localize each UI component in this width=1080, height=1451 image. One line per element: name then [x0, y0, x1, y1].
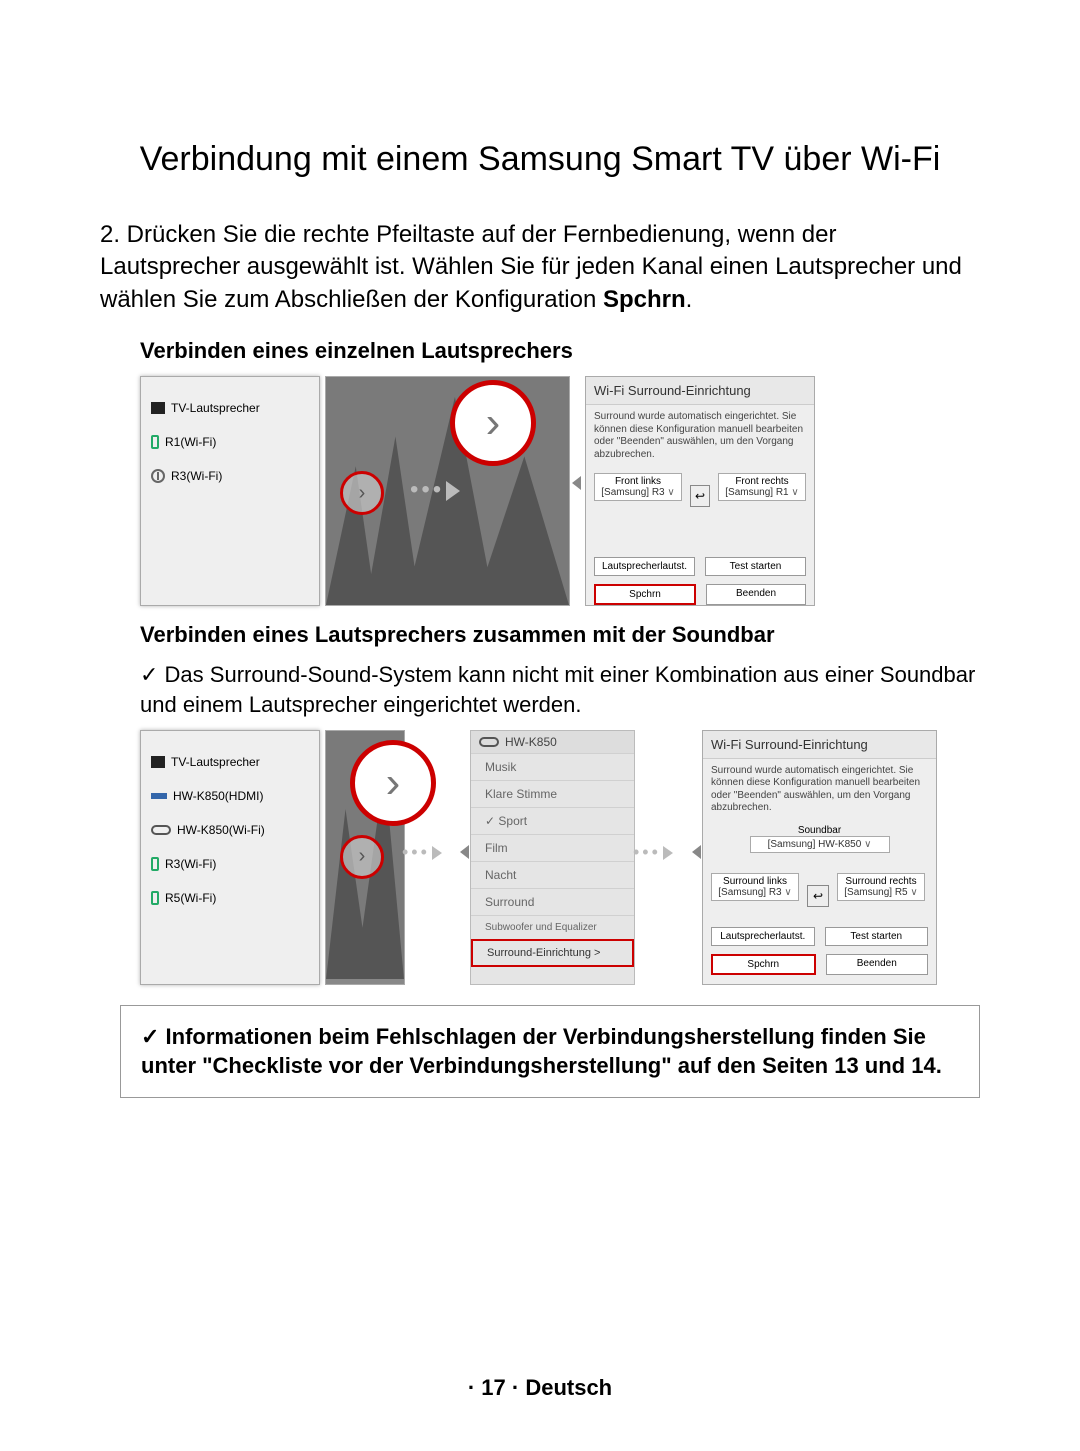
menu-item-voice[interactable]: Klare Stimme [471, 780, 634, 807]
speaker-list: TV-Lautsprecher HW-K850(HDMI) HW-K850(Wi… [140, 730, 320, 985]
tv-icon [151, 402, 165, 414]
soundbar-icon [151, 793, 167, 799]
speaker-tv[interactable]: TV-Lautsprecher [141, 745, 319, 779]
menu-item-surround[interactable]: Surround [471, 888, 634, 915]
check-note-1: ✓ Das Surround-Sound-System kann nicht m… [140, 660, 980, 719]
tv-icon [151, 756, 165, 768]
save-button[interactable]: Spchrn [594, 584, 696, 605]
soundbar-slot[interactable]: [Samsung] HW-K850 ∨ [750, 836, 890, 853]
save-button[interactable]: Spchrn [711, 954, 816, 975]
diagram-single-speaker: TV-Lautsprecher R1(Wi-Fi) R3(Wi-Fi) › › … [140, 376, 980, 606]
failure-note: ✓ Informationen beim Fehlschlagen der Ve… [120, 1005, 980, 1098]
panel-description: Surround wurde automatisch eingerichtet.… [586, 405, 814, 467]
menu-item-sport[interactable]: Sport [471, 807, 634, 834]
surround-left-slot[interactable]: Surround links [Samsung] R3 ∨ [711, 873, 799, 901]
soundbar-icon [151, 825, 171, 835]
speaker-r3[interactable]: R3(Wi-Fi) [141, 459, 319, 493]
volume-button[interactable]: Lautsprecherlautst. [594, 557, 695, 576]
subheading-single: Verbinden eines einzelnen Lautsprechers [140, 338, 980, 364]
speaker-tv[interactable]: TV-Lautsprecher [141, 391, 319, 425]
surround-setup-panel: Wi-Fi Surround-Einrichtung Surround wurd… [585, 376, 815, 606]
speaker-icon [151, 435, 159, 449]
panel-title: Wi-Fi Surround-Einrichtung [586, 377, 814, 405]
menu-item-night[interactable]: Nacht [471, 861, 634, 888]
speaker-r3[interactable]: R3(Wi-Fi) [141, 847, 319, 881]
menu-item-music[interactable]: Musik [471, 753, 634, 780]
swap-button[interactable]: ↩ [807, 885, 829, 907]
exit-button[interactable]: Beenden [706, 584, 806, 605]
chevron-left-icon [572, 476, 581, 490]
diagram-soundbar: TV-Lautsprecher HW-K850(HDMI) HW-K850(Wi… [140, 730, 980, 985]
panel-description: Surround wurde automatisch eingerichtet.… [703, 759, 936, 821]
chevron-left-icon [460, 845, 469, 859]
speaker-r5[interactable]: R5(Wi-Fi) [141, 881, 319, 915]
speaker-icon [151, 469, 165, 483]
dots-arrow-icon: ••• [402, 842, 442, 863]
subheading-soundbar: Verbinden eines Lautsprechers zusammen m… [140, 622, 980, 648]
test-button[interactable]: Test starten [705, 557, 806, 576]
page-footer: · 17 · Deutsch [0, 1375, 1080, 1401]
soundbar-label: Soundbar [703, 825, 936, 836]
soundbar-menu: HW-K850 Musik Klare Stimme Sport Film Na… [470, 730, 635, 985]
chevron-left-icon [692, 845, 701, 859]
speaker-hwk850-hdmi[interactable]: HW-K850(HDMI) [141, 779, 319, 813]
dots-arrow-icon: ••• [410, 476, 460, 504]
speaker-r1[interactable]: R1(Wi-Fi) [141, 425, 319, 459]
exit-button[interactable]: Beenden [826, 954, 929, 975]
menu-header: HW-K850 [471, 731, 634, 753]
speaker-hwk850-wifi[interactable]: HW-K850(Wi-Fi) [141, 813, 319, 847]
front-right-slot[interactable]: Front rechts [Samsung] R1 ∨ [718, 473, 806, 501]
front-left-slot[interactable]: Front links [Samsung] R3 ∨ [594, 473, 682, 501]
right-arrow-indicator: › [340, 835, 384, 879]
right-arrow-indicator: › [340, 471, 384, 515]
page-title: Verbindung mit einem Samsung Smart TV üb… [100, 140, 980, 179]
volume-button[interactable]: Lautsprecherlautst. [711, 927, 815, 946]
swap-button[interactable]: ↩ [690, 485, 710, 507]
speaker-icon [151, 857, 159, 871]
panel-title: Wi-Fi Surround-Einrichtung [703, 731, 936, 759]
soundbar-icon [479, 737, 499, 747]
surround-right-slot[interactable]: Surround rechts [Samsung] R5 ∨ [837, 873, 925, 901]
step-2: 2. Drücken Sie die rechte Pfeiltaste auf… [100, 219, 980, 316]
menu-item-subwoofer[interactable]: Subwoofer und Equalizer [471, 915, 634, 939]
speaker-icon [151, 891, 159, 905]
speaker-list: TV-Lautsprecher R1(Wi-Fi) R3(Wi-Fi) [140, 376, 320, 606]
right-arrow-callout: › [350, 740, 436, 826]
surround-setup-panel: Wi-Fi Surround-Einrichtung Surround wurd… [702, 730, 937, 985]
dots-arrow-icon: ••• [633, 842, 673, 863]
menu-item-film[interactable]: Film [471, 834, 634, 861]
test-button[interactable]: Test starten [825, 927, 929, 946]
menu-item-surround-setup[interactable]: Surround-Einrichtung > [471, 939, 634, 967]
right-arrow-callout: › [450, 380, 536, 466]
